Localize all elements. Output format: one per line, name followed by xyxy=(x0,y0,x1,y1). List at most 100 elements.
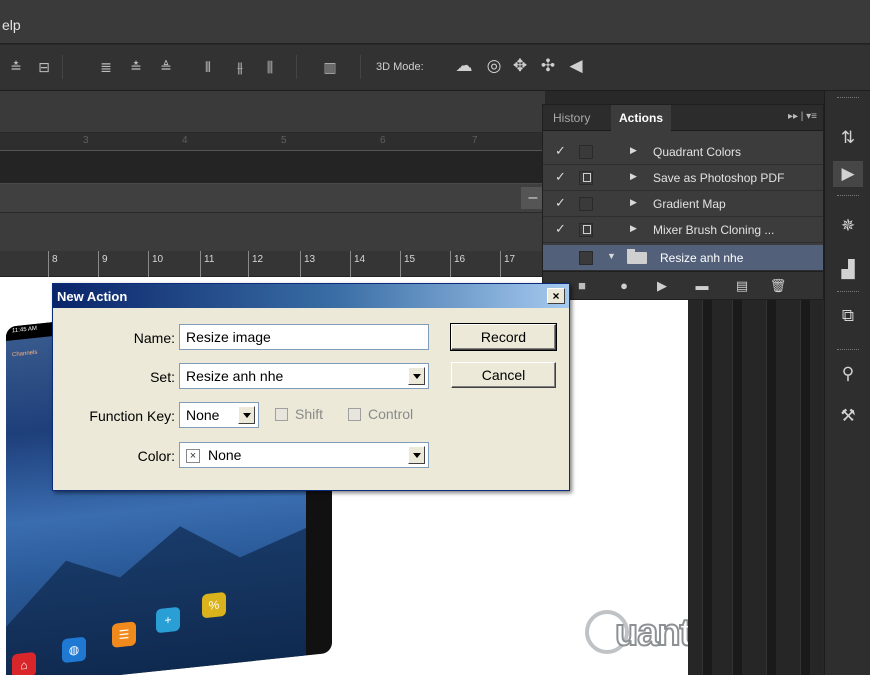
distribute-right-icon[interactable]: ⫼ xyxy=(262,58,278,76)
ruler-number: 3 xyxy=(83,135,89,146)
menu-help[interactable]: elp xyxy=(2,17,21,33)
layer-comps-icon[interactable]: ⧉ xyxy=(833,303,863,329)
auto-align-icon[interactable]: ▥ xyxy=(322,58,338,76)
folder-icon xyxy=(627,249,647,264)
dialog-toggle-box[interactable] xyxy=(579,145,593,159)
actions-panel: History Actions ▸▸ | ▾≡ ✓ ▶ Quadrant Col… xyxy=(542,104,824,300)
dialog-toggle-box[interactable] xyxy=(579,171,593,185)
set-label: Set: xyxy=(150,369,175,385)
distribute-vcenter-icon[interactable]: ≛ xyxy=(128,58,144,76)
settings-app-icon: % xyxy=(202,591,226,619)
ruler-number: 5 xyxy=(281,135,287,146)
control-checkbox[interactable] xyxy=(348,408,361,421)
stop-icon[interactable]: ■ xyxy=(573,277,591,295)
collapse-triangle-icon[interactable]: ▼ xyxy=(607,251,616,261)
home-app-icon: ⌂ xyxy=(12,651,36,675)
action-row[interactable]: ✓ ▶ Save as Photoshop PDF xyxy=(543,165,823,191)
action-set-label: Resize anh nhe xyxy=(660,251,744,265)
chevron-down-icon[interactable] xyxy=(408,446,425,464)
action-set-row-selected[interactable]: ▼ Resize anh nhe xyxy=(543,245,823,271)
dialog-toggle-box[interactable] xyxy=(579,251,593,265)
drag-3d-icon[interactable]: ✥ xyxy=(510,56,530,76)
ruler-tick xyxy=(148,251,149,277)
action-row[interactable]: ✓ ▶ Gradient Map xyxy=(543,191,823,217)
dialog-icon xyxy=(583,225,591,234)
panel-grip[interactable] xyxy=(837,195,859,198)
slide-3d-icon[interactable]: ✣ xyxy=(538,56,558,76)
tablet-status-time: 11:45 AM xyxy=(12,325,37,335)
expand-triangle-icon[interactable]: ▶ xyxy=(630,171,637,182)
ruler-tick xyxy=(248,251,249,277)
history-panel-icon[interactable]: ⇅ xyxy=(833,125,863,151)
distribute-hcenter-icon[interactable]: ⫵ xyxy=(232,58,248,76)
distribute-bottom-icon[interactable]: ≜ xyxy=(158,58,174,76)
action-row[interactable]: ✓ ▶ Quadrant Colors xyxy=(543,139,823,165)
expand-triangle-icon[interactable]: ▶ xyxy=(630,145,637,156)
scale-3d-icon[interactable]: ◀ xyxy=(566,56,586,76)
record-icon[interactable]: ● xyxy=(615,277,633,295)
roll-3d-icon[interactable]: ◎ xyxy=(484,56,504,76)
panel-grip[interactable] xyxy=(837,97,859,100)
dialog-title-bar[interactable]: New Action × xyxy=(53,284,569,308)
dialog-toggle-box[interactable] xyxy=(579,197,593,211)
set-select-value: Resize anh nhe xyxy=(186,368,284,384)
document-header xyxy=(0,91,545,133)
tab-history[interactable]: History xyxy=(545,105,598,131)
play-icon[interactable]: ▶ xyxy=(653,277,671,295)
color-select[interactable]: × None xyxy=(179,442,429,468)
align-top-edges-icon[interactable]: ≛ xyxy=(8,58,24,76)
toolbar-separator xyxy=(62,55,63,79)
dock-divider xyxy=(702,300,712,675)
new-action-icon[interactable]: ▤ xyxy=(733,277,751,295)
actions-play-icon[interactable]: ▶ xyxy=(833,161,863,187)
action-label: Mixer Brush Cloning ... xyxy=(653,223,775,237)
toolbar-separator xyxy=(360,55,361,79)
histogram-icon[interactable]: ▟ xyxy=(833,257,863,283)
cancel-button[interactable]: Cancel xyxy=(451,362,556,388)
distribute-top-icon[interactable]: ≣ xyxy=(98,58,114,76)
set-select[interactable]: Resize anh nhe xyxy=(179,363,429,389)
function-key-select[interactable]: None xyxy=(179,402,259,428)
function-key-value: None xyxy=(186,407,220,423)
panel-menu-icon[interactable]: ▸▸ | ▾≡ xyxy=(788,111,817,122)
navigator-wheel-icon[interactable]: ✵ xyxy=(833,213,863,239)
function-key-label: Function Key: xyxy=(89,408,175,424)
ruler-number: 17 xyxy=(504,254,516,265)
checkmark-icon[interactable]: ✓ xyxy=(555,169,566,185)
trash-icon[interactable]: 🗑 xyxy=(769,277,787,295)
panel-grip[interactable] xyxy=(837,291,859,294)
tab-actions[interactable]: Actions xyxy=(611,105,672,131)
expand-triangle-icon[interactable]: ▶ xyxy=(630,223,637,234)
name-input[interactable]: Resize image xyxy=(179,324,429,350)
shift-label: Shift xyxy=(295,406,324,422)
dialog-toggle-box[interactable] xyxy=(579,223,593,237)
no-color-swatch-icon: × xyxy=(186,449,200,463)
shift-checkbox[interactable] xyxy=(275,408,288,421)
tool-presets-icon[interactable]: ⚒ xyxy=(833,403,863,429)
dialog-icon xyxy=(583,173,591,182)
panel-grip[interactable] xyxy=(837,349,859,352)
expand-triangle-icon[interactable]: ▶ xyxy=(630,197,637,208)
record-button[interactable]: Record xyxy=(450,323,557,351)
tablet-wallpaper-mountain xyxy=(6,505,306,675)
horizontal-ruler: 8 9 10 11 12 13 14 15 16 17 xyxy=(0,251,545,277)
tablet-channels-label: Channels xyxy=(12,349,38,359)
rotate-3d-icon[interactable]: ☁ xyxy=(454,56,474,76)
chevron-down-icon[interactable] xyxy=(238,406,255,424)
align-vertical-centers-icon[interactable]: ⊟ xyxy=(36,58,52,76)
new-set-folder-icon[interactable]: ▬ xyxy=(693,277,711,295)
checkmark-icon[interactable]: ✓ xyxy=(555,143,566,159)
action-row[interactable]: ✓ ▶ Mixer Brush Cloning ... xyxy=(543,217,823,243)
document-band xyxy=(0,151,545,183)
checkmark-icon[interactable]: ✓ xyxy=(555,195,566,211)
chevron-down-icon[interactable] xyxy=(408,367,425,385)
action-label: Save as Photoshop PDF xyxy=(653,171,785,185)
dialog-title: New Action xyxy=(57,289,128,304)
close-icon[interactable]: × xyxy=(547,288,565,304)
panel-dock-strip xyxy=(688,300,823,675)
distribute-left-icon[interactable]: ⫴ xyxy=(200,58,216,76)
ruler-number: 9 xyxy=(102,254,108,265)
brush-presets-icon[interactable]: ⚲ xyxy=(833,361,863,387)
checkmark-icon[interactable]: ✓ xyxy=(555,221,566,237)
ruler-number: 13 xyxy=(304,254,316,265)
